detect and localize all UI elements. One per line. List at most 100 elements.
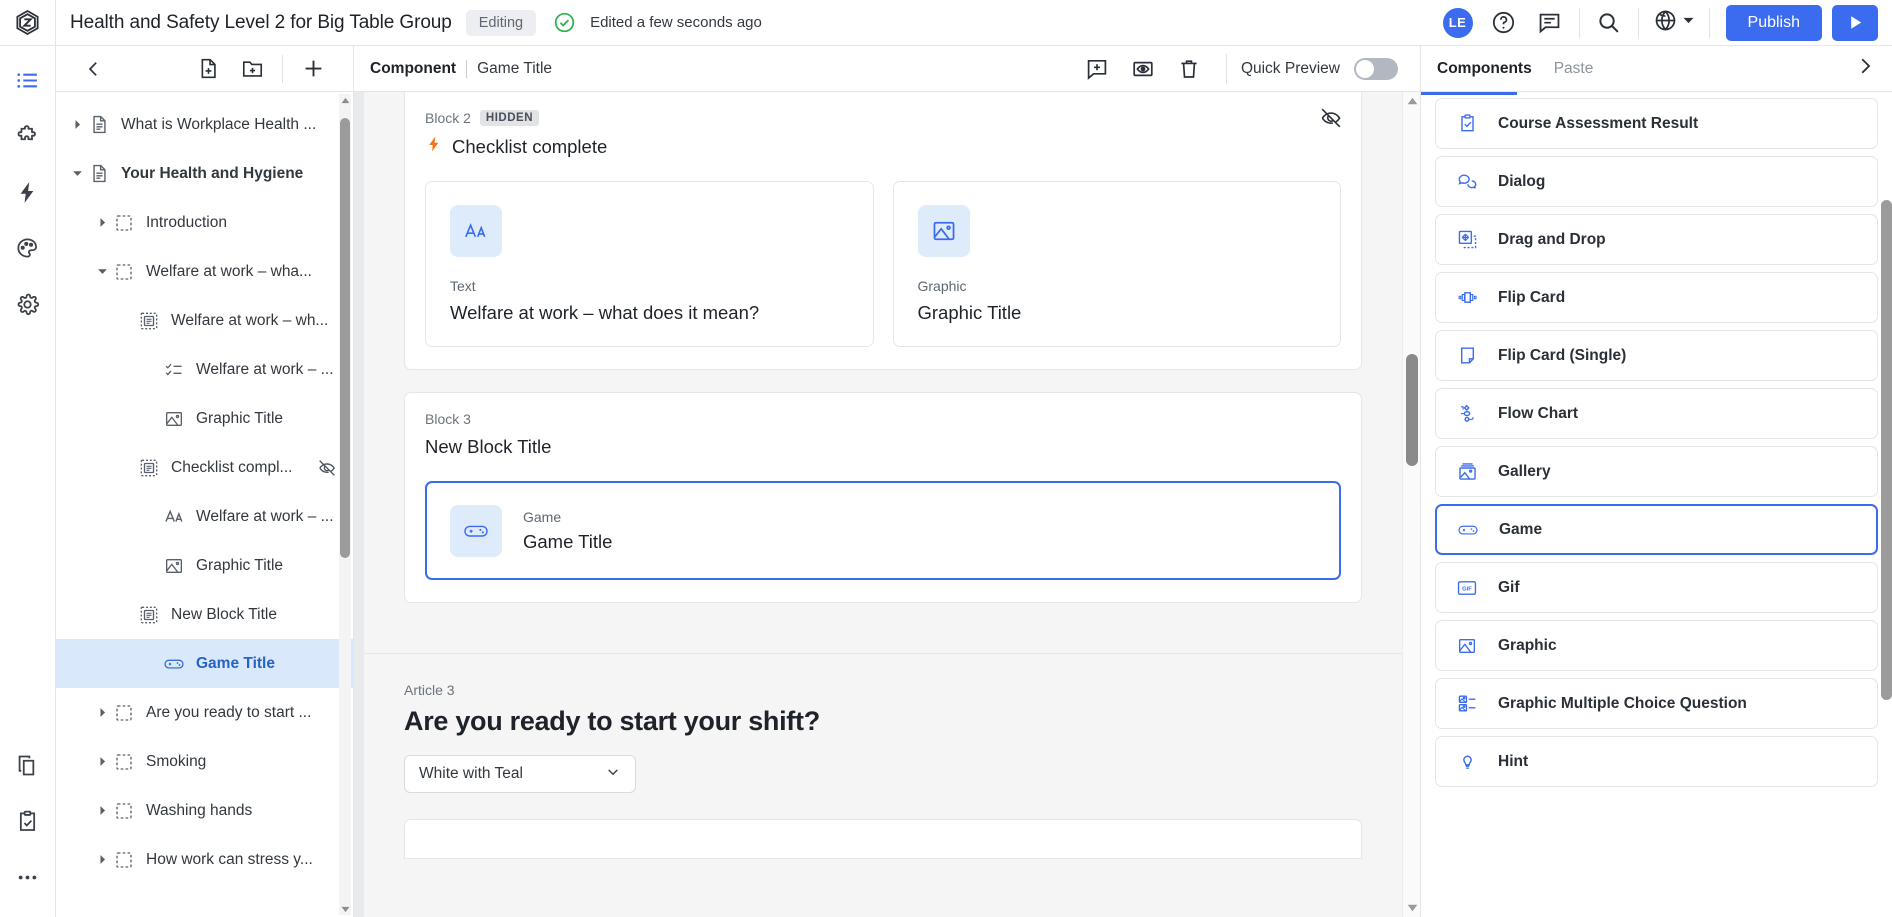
scroll-up-icon[interactable] — [339, 94, 351, 106]
eye-off-icon[interactable] — [317, 458, 337, 478]
component-item-7[interactable]: Game — [1435, 504, 1878, 555]
help-circle-icon[interactable] — [1481, 0, 1527, 46]
scroll-up-icon[interactable] — [1403, 92, 1420, 110]
tree-item-3[interactable]: Welfare at work – wha... — [56, 247, 353, 296]
new-folder-icon[interactable] — [230, 47, 274, 91]
sidebar-item-outline[interactable] — [6, 58, 50, 102]
publish-button[interactable]: Publish — [1725, 4, 1822, 41]
component-item-5[interactable]: Flow Chart — [1435, 388, 1878, 439]
tree-item-label: Game Title — [196, 654, 275, 672]
sidebar-item-interactions[interactable] — [6, 170, 50, 214]
chevron-right-icon[interactable] — [93, 756, 111, 767]
quick-preview-control[interactable]: Quick Preview — [1241, 57, 1398, 80]
gif-icon: GIF — [1436, 577, 1498, 599]
component-item-1[interactable]: Dialog — [1435, 156, 1878, 207]
collapse-panel-icon[interactable] — [1854, 55, 1876, 82]
back-button[interactable] — [72, 47, 116, 91]
tree-item-6[interactable]: Graphic Title — [56, 394, 353, 443]
tree-item-12[interactable]: Are you ready to start ... — [56, 688, 353, 737]
tree-item-5[interactable]: Welfare at work – ... — [56, 345, 353, 394]
article-section-3: Article 3 Are you ready to start your sh… — [364, 653, 1402, 859]
block-icon — [111, 703, 137, 723]
avatar[interactable]: LE — [1435, 0, 1481, 46]
chevron-down-icon[interactable] — [93, 266, 111, 277]
game-icon — [450, 505, 502, 557]
block-card-3[interactable]: Block 3 New Block Title Game Game Title — [404, 392, 1362, 603]
canvas-scrollbar[interactable] — [1402, 92, 1420, 917]
tree-item-1[interactable]: Your Health and Hygiene — [56, 149, 353, 198]
components-list[interactable]: Course Assessment Result Dialog Drag and D… — [1421, 92, 1892, 917]
component-card-graphic[interactable]: Graphic Graphic Title — [892, 181, 1341, 347]
more-horizontal-icon[interactable] — [6, 855, 50, 899]
top-bar: Health and Safety Level 2 for Big Table … — [0, 0, 1892, 46]
tab-components[interactable]: Components — [1437, 60, 1532, 78]
eye-box-icon[interactable] — [1120, 46, 1166, 92]
tree-item-2[interactable]: Introduction — [56, 198, 353, 247]
tree-item-7[interactable]: Checklist compl... — [56, 443, 353, 492]
language-selector[interactable] — [1645, 8, 1703, 38]
tree-item-10[interactable]: New Block Title — [56, 590, 353, 639]
quick-preview-toggle[interactable] — [1354, 57, 1398, 80]
tree-item-label: Welfare at work – wh... — [171, 311, 329, 329]
canvas-scrollbar-thumb[interactable] — [1406, 354, 1418, 466]
add-item-button[interactable] — [291, 47, 335, 91]
chevron-right-icon[interactable] — [68, 119, 86, 130]
outline-tree[interactable]: What is Workplace Health ... Your Health … — [56, 92, 353, 917]
clipboard-check-icon[interactable] — [6, 799, 50, 843]
component-item-4[interactable]: Flip Card (Single) — [1435, 330, 1878, 381]
tree-item-13[interactable]: Smoking — [56, 737, 353, 786]
tree-item-8[interactable]: Welfare at work – ... — [56, 492, 353, 541]
checklist-icon — [161, 360, 187, 380]
preview-play-button[interactable] — [1832, 4, 1878, 41]
block-2-hidden-eye-icon[interactable] — [1319, 106, 1343, 135]
graphic-icon — [917, 205, 970, 257]
component-item-11[interactable]: Hint — [1435, 736, 1878, 787]
canvas-scroll-area[interactable]: Block 2 HIDDEN Checklist complete Text W… — [364, 92, 1402, 917]
tree-item-14[interactable]: Washing hands — [56, 786, 353, 835]
component-item-3[interactable]: Flip Card — [1435, 272, 1878, 323]
editing-status-chip[interactable]: Editing — [465, 9, 537, 36]
tree-item-15[interactable]: How work can stress y... — [56, 835, 353, 884]
outline-scrollbar[interactable] — [339, 94, 351, 915]
components-scrollbar[interactable] — [1880, 92, 1892, 917]
component-item-0[interactable]: Course Assessment Result — [1435, 98, 1878, 149]
chevron-right-icon[interactable] — [93, 707, 111, 718]
scroll-down-icon[interactable] — [339, 903, 351, 915]
search-icon[interactable] — [1586, 0, 1632, 46]
inner-block-icon — [136, 311, 162, 331]
tree-item-11[interactable]: Game Title — [56, 639, 353, 688]
app-logo[interactable] — [0, 0, 56, 46]
component-item-6[interactable]: Gallery — [1435, 446, 1878, 497]
component-item-10[interactable]: Graphic Multiple Choice Question — [1435, 678, 1878, 729]
component-card-game[interactable]: Game Game Title — [425, 481, 1341, 580]
scroll-down-icon[interactable] — [1403, 899, 1420, 917]
trash-icon[interactable] — [1166, 46, 1212, 92]
page-title: Health and Safety Level 2 for Big Table … — [70, 11, 452, 33]
tree-item-0[interactable]: What is Workplace Health ... — [56, 100, 353, 149]
tree-item-9[interactable]: Graphic Title — [56, 541, 353, 590]
copy-pages-icon[interactable] — [6, 743, 50, 787]
component-item-8[interactable]: GIF Gif — [1435, 562, 1878, 613]
tree-item-label: Your Health and Hygiene — [121, 164, 304, 182]
component-card-text[interactable]: Text Welfare at work – what does it mean… — [425, 181, 874, 347]
outline-scrollbar-thumb[interactable] — [340, 118, 350, 558]
sidebar-item-settings[interactable] — [6, 282, 50, 326]
chevron-right-icon[interactable] — [93, 217, 111, 228]
tab-paste[interactable]: Paste — [1554, 60, 1594, 78]
component-item-9[interactable]: Graphic — [1435, 620, 1878, 671]
sidebar-item-components[interactable] — [6, 114, 50, 158]
chevron-right-icon[interactable] — [93, 805, 111, 816]
sidebar-item-theme[interactable] — [6, 226, 50, 270]
tree-item-4[interactable]: Welfare at work – wh... — [56, 296, 353, 345]
next-block-card-stub[interactable] — [404, 819, 1362, 859]
chevron-right-icon[interactable] — [93, 854, 111, 865]
components-scrollbar-thumb[interactable] — [1881, 200, 1892, 700]
block-card-2[interactable]: Block 2 HIDDEN Checklist complete Text W… — [404, 92, 1362, 370]
add-comment-icon[interactable] — [1074, 46, 1120, 92]
component-item-2[interactable]: Drag and Drop — [1435, 214, 1878, 265]
chevron-down-icon[interactable] — [68, 168, 86, 179]
theme-select[interactable]: White with Teal — [404, 755, 636, 793]
new-page-icon[interactable] — [186, 47, 230, 91]
comment-icon[interactable] — [1527, 0, 1573, 46]
